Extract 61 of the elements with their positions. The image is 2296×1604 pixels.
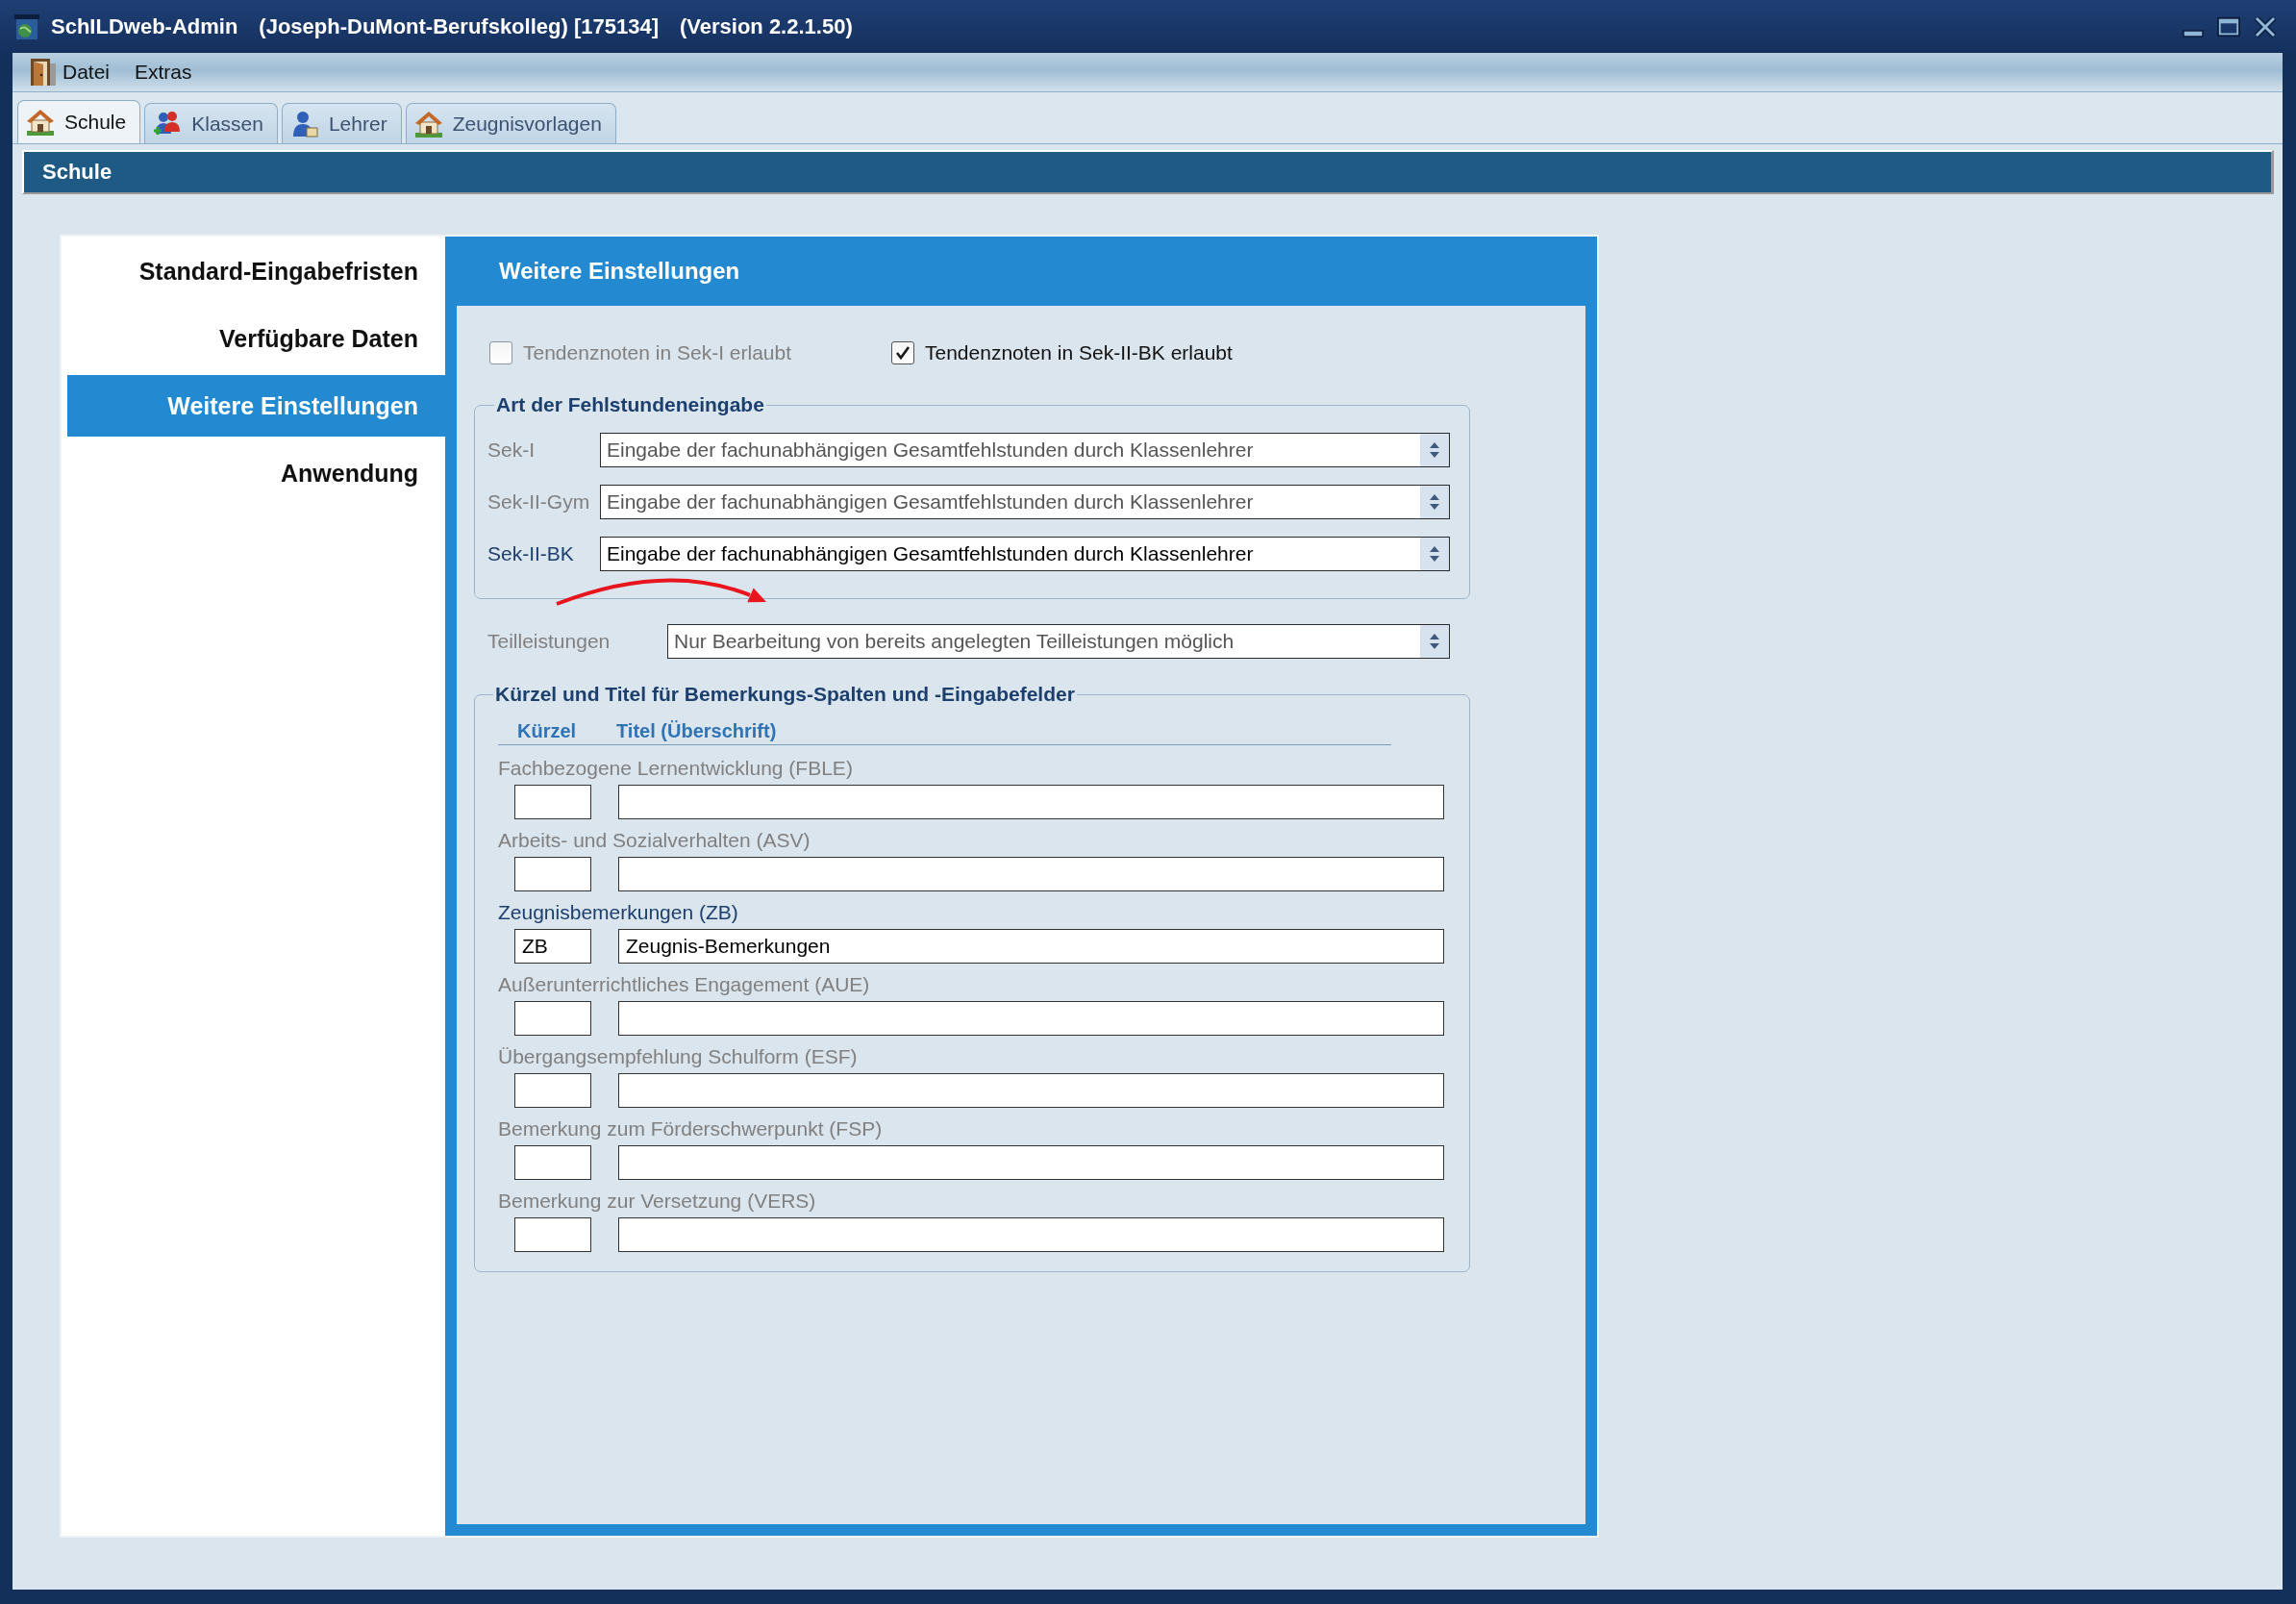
up-down-arrows-icon	[1420, 538, 1449, 570]
up-down-arrows-icon	[1420, 625, 1449, 658]
sidebar-item[interactable]: Anwendung	[67, 442, 445, 504]
tab[interactable]: Schule	[17, 100, 141, 143]
up-down-arrows-icon	[1420, 434, 1449, 466]
checkbox-label: Tendenznoten in Sek-II-BK erlaubt	[925, 341, 1233, 364]
sidebar-item[interactable]: Weitere Einstellungen	[67, 375, 445, 437]
tab[interactable]: Klassen	[144, 103, 278, 143]
people-icon	[153, 110, 183, 138]
abbreviation-field[interactable]	[514, 1073, 591, 1108]
tab[interactable]: Zeugnisvorlagen	[405, 103, 616, 143]
minimize-icon[interactable]	[2183, 29, 2204, 38]
title-field[interactable]	[618, 1145, 1444, 1180]
house-icon	[413, 110, 443, 138]
abbreviation-field[interactable]	[514, 1217, 591, 1252]
tab[interactable]: Lehrer	[281, 103, 402, 143]
maximize-icon[interactable]	[2217, 15, 2240, 38]
field-label: Arbeits- und Sozialverhalten (ASV)	[498, 829, 811, 852]
house-icon	[26, 109, 55, 136]
panel-title: Weitere Einstellungen	[499, 258, 740, 285]
checkbox-label: Tendenznoten in Sek-I erlaubt	[523, 341, 792, 364]
checkmark-icon	[895, 345, 911, 361]
field-label: Zeugnisbemerkungen (ZB)	[498, 901, 738, 924]
column-header: Kürzel	[517, 719, 578, 742]
abbreviation-field[interactable]	[514, 857, 591, 891]
door-icon	[30, 58, 57, 87]
field-label: Bemerkung zum Förderschwerpunkt (FSP)	[498, 1117, 883, 1140]
field-label: Bemerkung zur Versetzung (VERS)	[498, 1190, 816, 1213]
abbreviation-field[interactable]	[514, 1001, 591, 1036]
up-down-arrows-icon	[1420, 486, 1449, 518]
window-title: SchILDweb-Admin	[51, 13, 238, 39]
column-header: Titel (Überschrift)	[616, 719, 777, 742]
app-icon	[14, 13, 39, 39]
sidebar-item[interactable]: Verfügbare Daten	[67, 308, 445, 369]
title-field[interactable]	[618, 785, 1444, 819]
field-label: Teilleistungen	[487, 630, 611, 653]
field-label: Sek-II-Gym	[487, 490, 591, 514]
field-label: Sek-II-BK	[487, 542, 575, 565]
title-field[interactable]: Zeugnis-Bemerkungen	[618, 929, 1444, 964]
group-title: Kürzel und Titel für Bemerkungs-Spalten und -Eingabefelder	[494, 683, 1076, 706]
title-field[interactable]	[618, 857, 1444, 891]
menu-item[interactable]: Extras	[129, 59, 198, 86]
abbreviation-field[interactable]: ZB	[514, 929, 591, 964]
sidebar-item[interactable]: Standard-Eingabefristen	[67, 240, 445, 302]
field-label: Übergangsempfehlung Schulform (ESF)	[498, 1045, 858, 1068]
section-title: Schule	[42, 160, 112, 185]
window-title: (Joseph-DuMont-Berufskolleg) [175134]	[259, 13, 659, 39]
field-label: Außerunterrichtliches Engagement (AUE)	[498, 973, 870, 996]
field-label: Sek-I	[487, 439, 536, 462]
title-field[interactable]	[618, 1073, 1444, 1108]
close-icon[interactable]	[2254, 15, 2277, 38]
group-title: Art der Fehlstundeneingabe	[495, 393, 765, 416]
checkbox[interactable]	[891, 341, 914, 364]
dropdown[interactable]: Eingabe der fachunabhängigen Gesamtfehlstunden durch Klassenlehrer	[600, 537, 1450, 571]
window-title: (Version 2.2.1.50)	[679, 13, 853, 39]
field-label: Fachbezogene Lernentwicklung (FBLE)	[498, 757, 853, 780]
menu-item[interactable]: Datei	[24, 56, 116, 88]
title-field[interactable]	[618, 1217, 1444, 1252]
title-field[interactable]	[618, 1001, 1444, 1036]
abbreviation-field[interactable]	[514, 1145, 591, 1180]
abbreviation-field[interactable]	[514, 785, 591, 819]
